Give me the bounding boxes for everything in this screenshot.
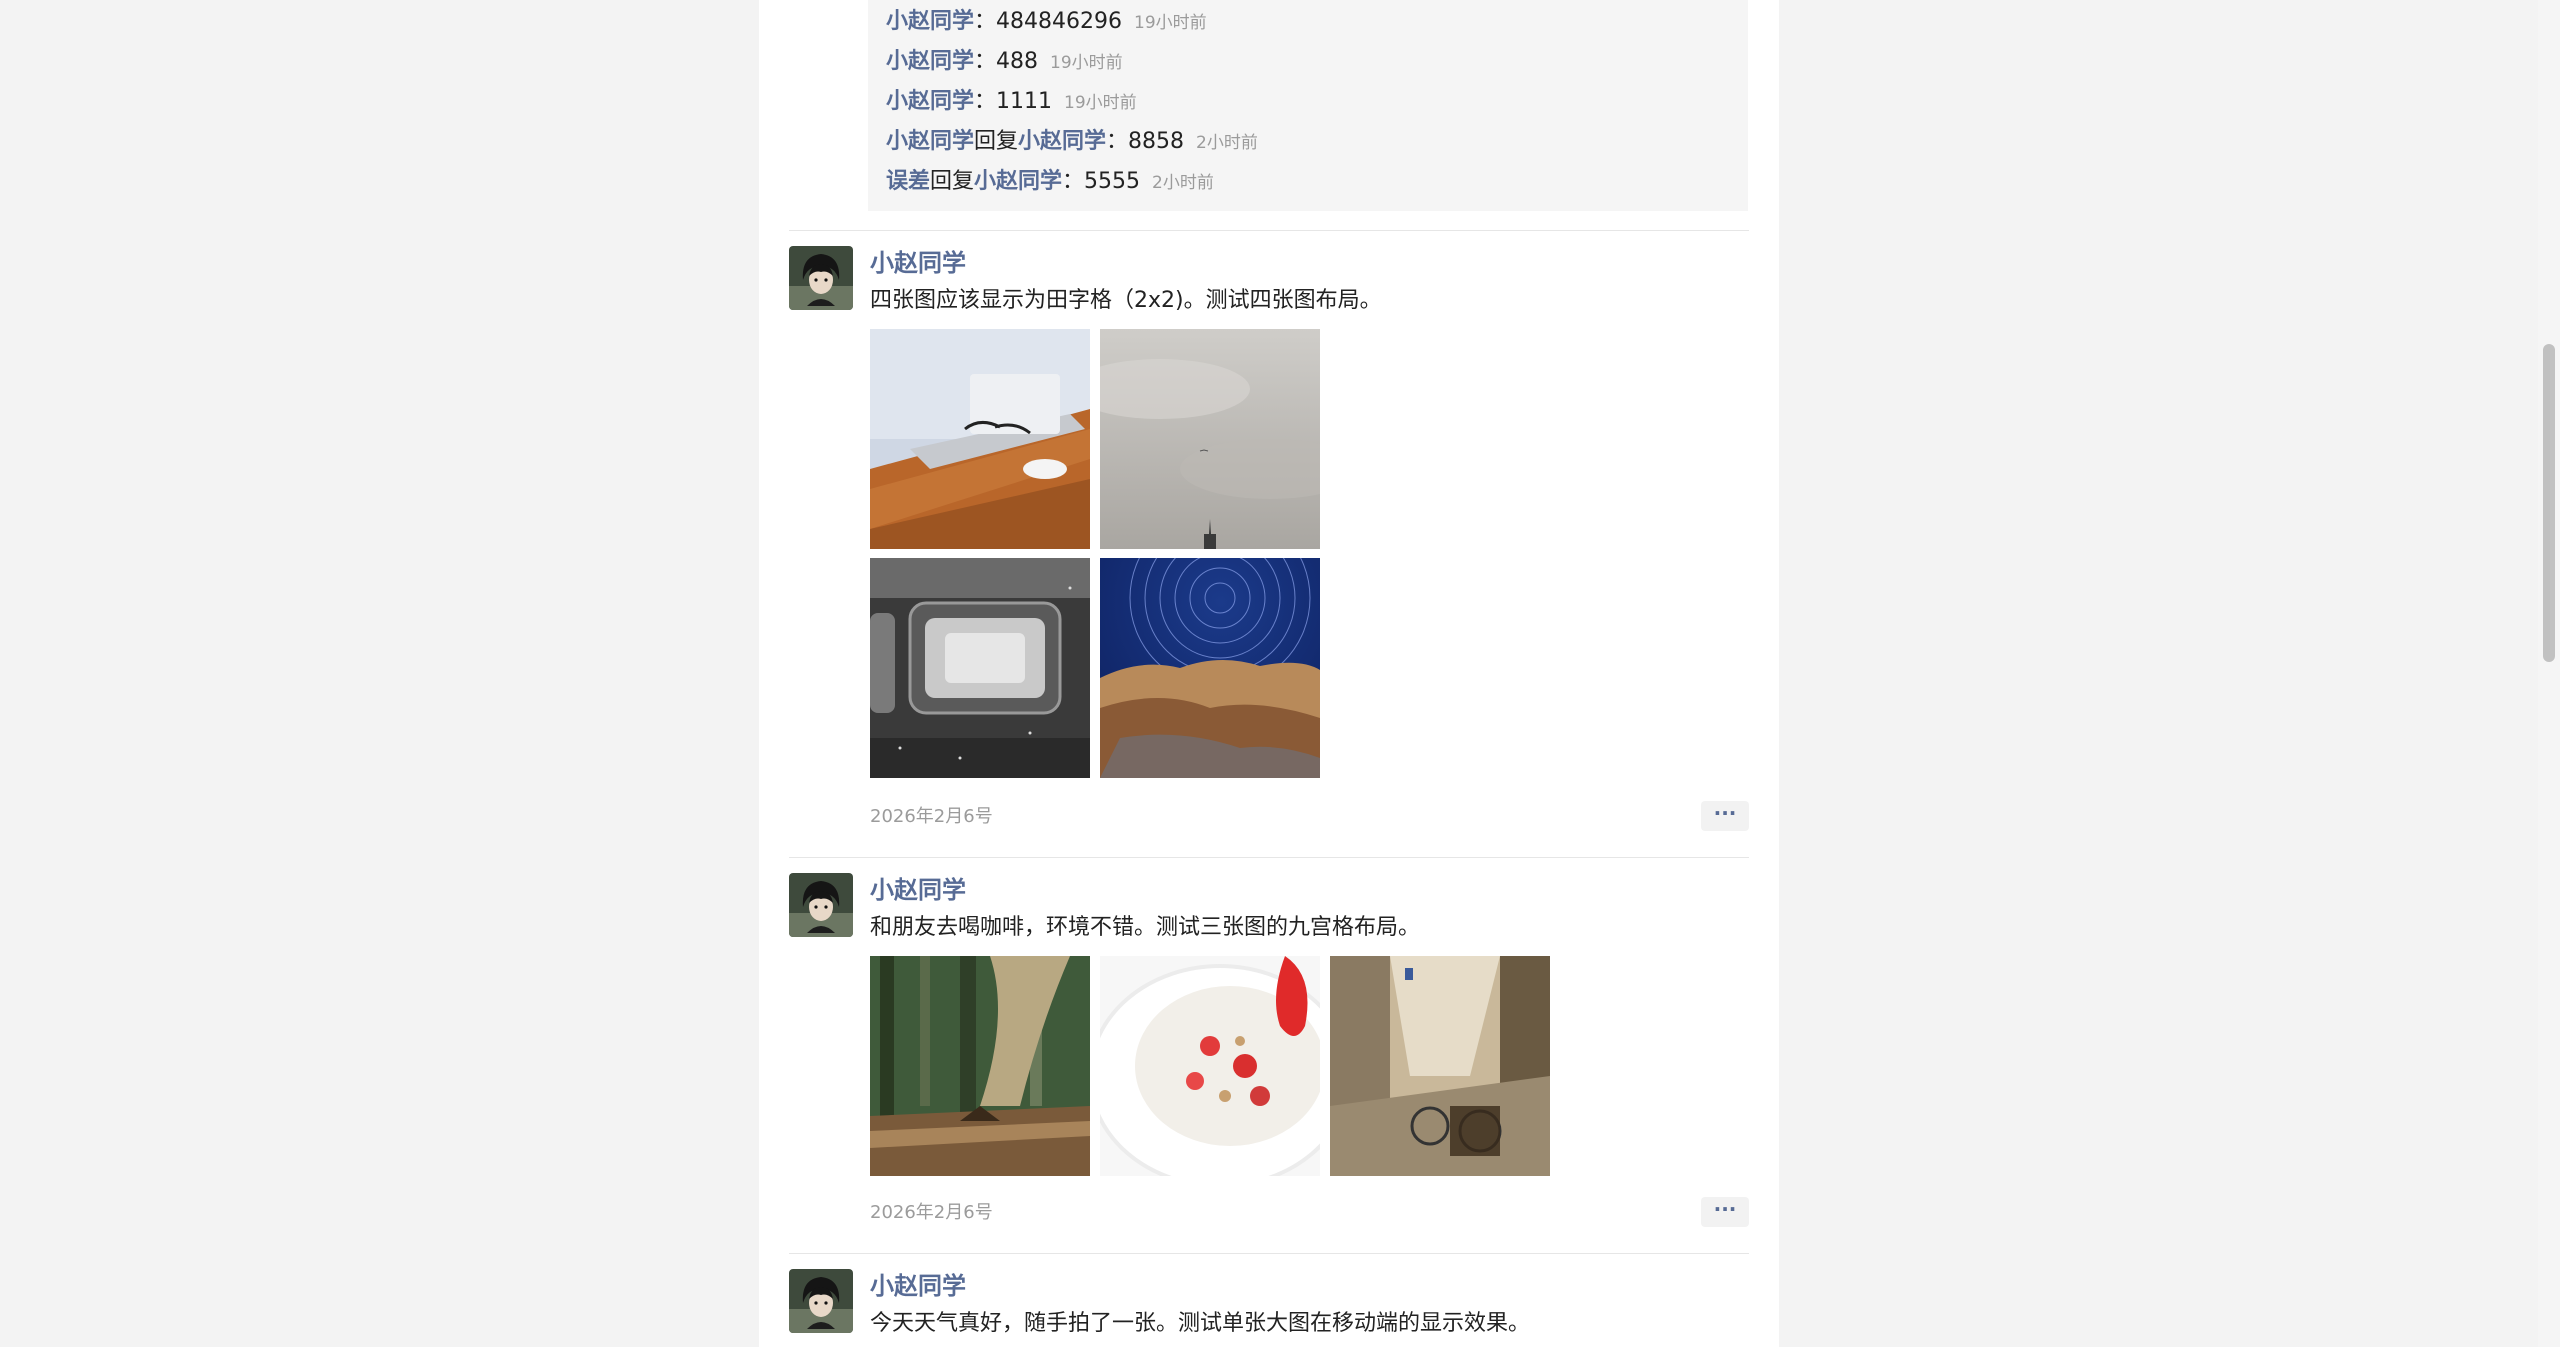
comment-item: 小赵同学：488 19小时前 (886, 42, 1123, 82)
post-author[interactable]: 小赵同学 (870, 246, 966, 280)
comment-reply-to[interactable]: 小赵同学 (1018, 129, 1106, 154)
post-image[interactable] (870, 956, 1090, 1176)
comment-item: 小赵同学：484846296 19小时前 (886, 2, 1207, 42)
comment-author[interactable]: 小赵同学 (886, 49, 974, 74)
comment-text: ：484846296 (974, 9, 1122, 34)
comment-time: 19小时前 (1050, 53, 1123, 73)
post-image[interactable] (870, 558, 1090, 778)
comment-author[interactable]: 小赵同学 (886, 89, 974, 114)
post-image[interactable] (1100, 329, 1320, 549)
comment-author[interactable]: 小赵同学 (886, 9, 974, 34)
page-scrollbar[interactable] (2538, 0, 2560, 1347)
post-image[interactable] (1100, 558, 1320, 778)
comment-time: 19小时前 (1064, 93, 1137, 113)
post-text: 和朋友去喝咖啡，环境不错。测试三张图的九宫格布局。 (870, 915, 1421, 940)
post-card: 小赵同学 今天天气真好，随手拍了一张。测试单张大图在移动端的显示效果。 (759, 1269, 1779, 1347)
post-author[interactable]: 小赵同学 (870, 1269, 966, 1303)
comment-item: 小赵同学回复小赵同学：8858 2小时前 (886, 122, 1258, 162)
post-divider (789, 857, 1749, 858)
post-divider (789, 230, 1749, 231)
comments-box: 小赵同学：484846296 19小时前 小赵同学：488 19小时前 小赵同学：1… (868, 0, 1748, 211)
comment-author[interactable]: 小赵同学 (886, 129, 974, 154)
comment-item: 误差回复小赵同学：5555 2小时前 (886, 162, 1214, 202)
comment-text: ：5555 (1062, 169, 1141, 194)
comment-reply-to[interactable]: 小赵同学 (974, 169, 1062, 194)
post-card: 小赵同学 四张图应该显示为田字格（2x2)。测试四张图布局。 2026年2月6号… (759, 246, 1779, 846)
avatar[interactable] (789, 1269, 853, 1333)
comment-reply-word: 回复 (974, 129, 1019, 154)
avatar[interactable] (789, 873, 853, 937)
comment-time: 19小时前 (1134, 13, 1207, 33)
comment-reply-word: 回复 (930, 169, 975, 194)
moments-feed: 小赵同学：484846296 19小时前 小赵同学：488 19小时前 小赵同学：1… (759, 0, 1779, 1347)
comment-item: 小赵同学：1111 19小时前 (886, 82, 1137, 122)
post-date: 2026年2月6号 (870, 806, 993, 827)
post-text: 今天天气真好，随手拍了一张。测试单张大图在移动端的显示效果。 (870, 1311, 1531, 1336)
post-text: 四张图应该显示为田字格（2x2)。测试四张图布局。 (870, 288, 1382, 313)
post-card: 小赵同学 和朋友去喝咖啡，环境不错。测试三张图的九宫格布局。 2026年2月6号… (759, 873, 1779, 1233)
comment-author[interactable]: 误差 (886, 169, 930, 194)
post-image[interactable] (870, 329, 1090, 549)
more-options-button[interactable]: ··· (1701, 801, 1749, 831)
scrollbar-thumb[interactable] (2543, 344, 2555, 662)
post-image[interactable] (1100, 956, 1320, 1176)
post-divider (789, 1253, 1749, 1254)
comment-time: 2小时前 (1196, 133, 1258, 153)
post-author[interactable]: 小赵同学 (870, 873, 966, 907)
post-image[interactable] (1330, 956, 1550, 1176)
avatar[interactable] (789, 246, 853, 310)
post-date: 2026年2月6号 (870, 1202, 993, 1223)
comment-text: ：1111 (974, 89, 1053, 114)
more-options-button[interactable]: ··· (1701, 1197, 1749, 1227)
comment-text: ：488 (974, 49, 1039, 74)
comment-time: 2小时前 (1152, 173, 1214, 193)
comment-text: ：8858 (1106, 129, 1185, 154)
